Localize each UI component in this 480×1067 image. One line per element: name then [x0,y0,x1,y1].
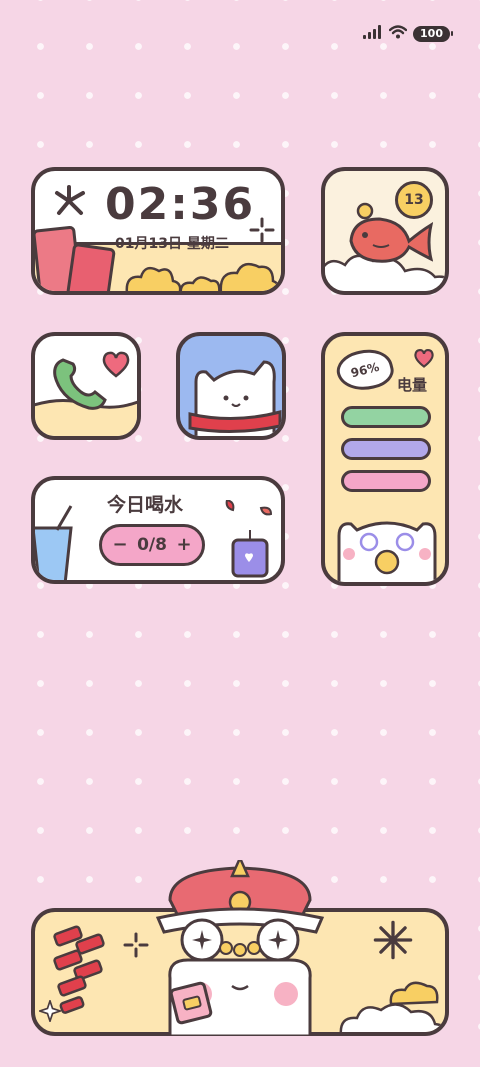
lion-dance-cat-icon [155,860,325,1036]
battery-bar-green [341,406,431,428]
koi-fish-widget[interactable]: 13 [321,167,449,295]
status-bar: 100 [363,24,453,43]
water-counter: − 0/8 + [99,524,205,566]
water-count: 0/8 [137,535,167,555]
increment-button[interactable]: + [174,535,194,555]
battery-widget[interactable]: 96% 电量 [321,332,449,586]
clock-time: 02:36 [105,179,256,230]
water-title: 今日喝水 [107,494,184,516]
gold-clouds-icon [339,981,445,1032]
clock-date: 01月13日 星期二 [115,236,229,252]
gold-clouds-icon [125,262,281,291]
cat-coin-icon [337,521,437,582]
heart-icon [414,348,434,368]
sparkle-icon [39,1000,61,1022]
battery-indicator: 100 [413,25,453,42]
battery-bar-pink [341,470,431,492]
firework-icon [55,185,85,215]
phone-widget[interactable] [31,332,141,440]
heart-icon [102,351,130,378]
wifi-icon [388,24,408,43]
water-tracker-widget: 今日喝水 − 0/8 + [31,476,285,584]
firework-icon [373,920,413,960]
cup-icon [35,505,73,580]
battery-percent-badge: 96% [332,343,398,397]
decrement-button[interactable]: − [110,535,130,555]
date-badge: 13 [395,181,433,219]
candle-icon [225,500,273,578]
clock-widget[interactable]: 02:36 01月13日 星期二 [31,167,285,295]
signal-icon [363,24,383,43]
battery-label: 电量 [396,376,427,394]
battery-bar-purple [341,438,431,460]
white-cat-icon [188,360,282,436]
cat-scarf-widget[interactable] [176,332,286,440]
